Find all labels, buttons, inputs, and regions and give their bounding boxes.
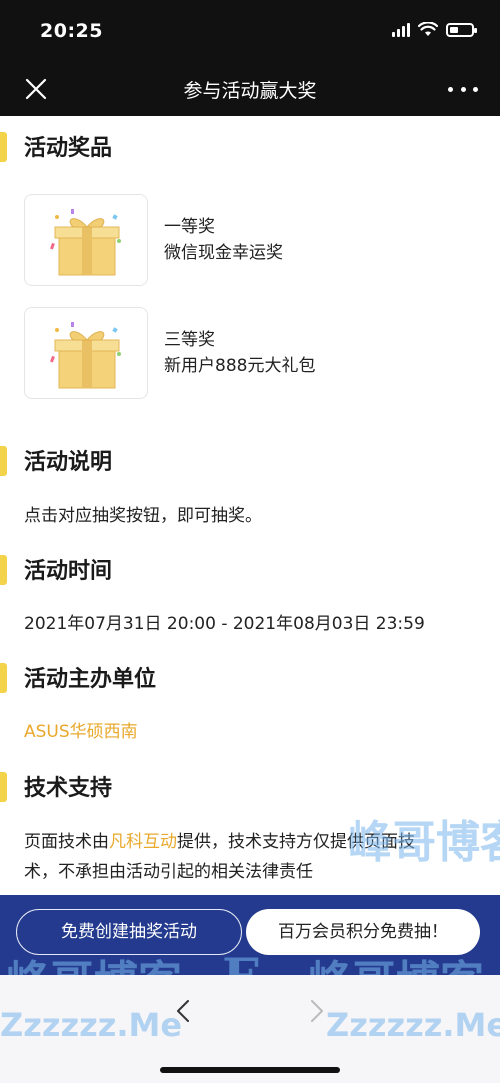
battery-icon (446, 22, 477, 37)
prize-name: 微信现金幸运奖 (164, 243, 283, 263)
section-title: 活动奖品 (24, 136, 113, 161)
provider-link[interactable]: 凡科互动 (109, 832, 177, 852)
activity-time-text: 2021年07月31日 20:00 - 2021年08月03日 23:59 (24, 614, 425, 634)
signal-icon (392, 22, 410, 37)
prize-level: 三等奖 (164, 330, 215, 350)
status-time: 20:25 (40, 20, 103, 42)
prize-image-card (24, 194, 148, 286)
organizer-name: ASUS华硕西南 (24, 722, 138, 742)
create-lottery-button[interactable]: 免费创建抽奖活动 (16, 909, 242, 955)
footer-bar: 免费创建抽奖活动 百万会员积分免费抽！ (0, 895, 500, 975)
section-title: 活动时间 (24, 559, 113, 584)
support-text-prefix: 页面技术由 (24, 832, 109, 852)
section-accent-bar (0, 663, 7, 693)
section-support-header: 技术支持 (0, 766, 500, 806)
prize-info: 三等奖 新用户888元大礼包 (164, 327, 315, 379)
browser-bottom-bar (0, 975, 500, 1083)
section-accent-bar (0, 446, 7, 476)
wifi-icon (418, 22, 438, 36)
support-text: 页面技术由凡科互动提供，技术支持方仅提供页面技 术，不承担由活动引起的相关法律责… (24, 827, 484, 887)
member-points-button[interactable]: 百万会员积分免费抽！ (246, 909, 480, 955)
status-icons (392, 22, 477, 37)
forward-arrow-icon[interactable] (302, 997, 330, 1025)
gift-box-icon (50, 209, 121, 276)
home-indicator[interactable] (160, 1067, 340, 1073)
section-accent-bar (0, 772, 7, 802)
gift-box-icon (50, 322, 121, 389)
prize-info: 一等奖 微信现金幸运奖 (164, 214, 283, 266)
section-organizer-header: 活动主办单位 (0, 657, 500, 697)
prize-name: 新用户888元大礼包 (164, 356, 316, 376)
section-title: 技术支持 (24, 776, 113, 801)
support-text-suffix: 提供，技术支持方仅提供页面技 (177, 832, 415, 852)
section-time-header: 活动时间 (0, 549, 500, 589)
section-title: 活动主办单位 (24, 667, 157, 692)
section-accent-bar (0, 555, 7, 585)
nav-bar: 参与活动赢大奖 (0, 62, 500, 116)
description-text: 点击对应抽奖按钮，即可抽奖。 (24, 506, 262, 526)
section-prizes-header: 活动奖品 (0, 126, 500, 166)
section-accent-bar (0, 132, 7, 162)
status-bar: 20:25 (0, 0, 500, 62)
prize-level: 一等奖 (164, 217, 215, 237)
more-options-icon[interactable] (448, 76, 478, 102)
section-description-header: 活动说明 (0, 440, 500, 480)
support-text-line2: 术，不承担由活动引起的相关法律责任 (24, 862, 313, 882)
prize-image-card (24, 307, 148, 399)
section-title: 活动说明 (24, 450, 113, 475)
page-title: 参与活动赢大奖 (183, 80, 317, 102)
back-arrow-icon[interactable] (170, 997, 198, 1025)
